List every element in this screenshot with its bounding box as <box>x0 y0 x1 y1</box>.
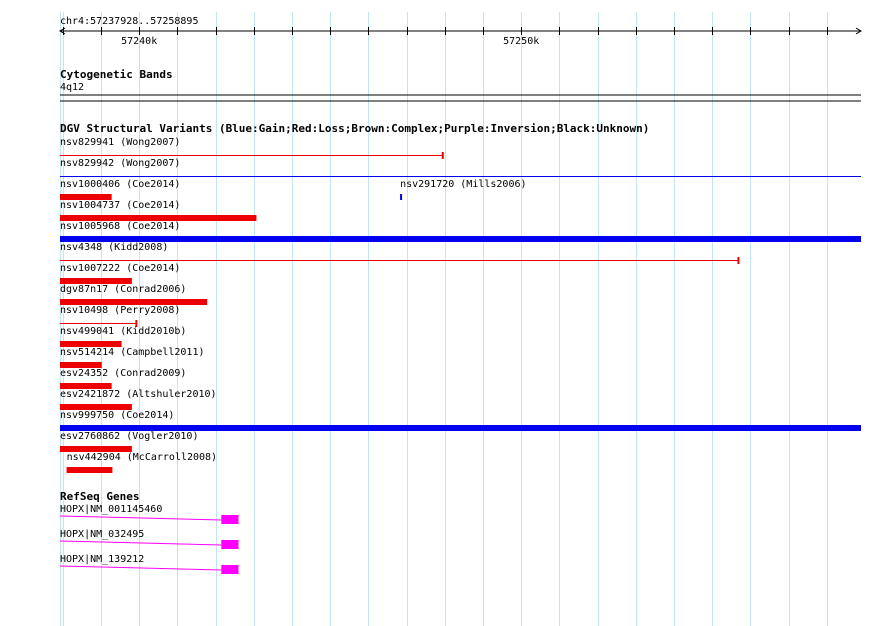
dgv-variant[interactable]: nsv442904 (McCarroll2008) <box>66 452 218 473</box>
dgv-variant[interactable]: nsv1000406 (Coe2014) <box>60 179 180 200</box>
cytoband-track: Cytogenetic Bands 4q12 <box>60 68 861 102</box>
refseq-track: RefSeq Genes HOPX|NM_001145460 HOPX|NM_03… <box>59 490 239 574</box>
variant-label: nsv10498 (Perry2008) <box>60 305 180 316</box>
variant-label: nsv442904 (McCarroll2008) <box>67 452 218 463</box>
variant-label: esv2760862 (Vogler2010) <box>60 431 198 442</box>
dgv-variant[interactable]: nsv829941 (Wong2007) <box>60 137 444 159</box>
refseq-gene[interactable]: HOPX|NM_001145460 <box>59 504 239 524</box>
variant-label: esv24352 (Conrad2009) <box>60 368 186 379</box>
variant-label: nsv1007222 (Coe2014) <box>60 263 180 274</box>
variant-bar <box>400 194 403 200</box>
variant-label: nsv829941 (Wong2007) <box>60 137 180 148</box>
dgv-features: nsv829941 (Wong2007) nsv829942 (Wong2007)… <box>60 137 861 473</box>
refseq-features: HOPX|NM_001145460 HOPX|NM_032495 HOPX|NM_1… <box>59 504 239 574</box>
dgv-variant[interactable]: dgv87n17 (Conrad2006) <box>60 284 208 305</box>
variant-label: nsv1005968 (Coe2014) <box>60 221 180 232</box>
dgv-variant[interactable]: nsv829942 (Wong2007) <box>60 158 861 177</box>
ruler-tick-label: 57240k <box>121 36 157 47</box>
dgv-variant[interactable]: nsv291720 (Mills2006) <box>400 179 527 200</box>
dgv-track: DGV Structural Variants (Blue:Gain;Red:L… <box>60 122 861 473</box>
variant-bar <box>60 236 861 242</box>
dgv-variant[interactable]: nsv10498 (Perry2008) <box>60 305 180 327</box>
variant-label: nsv1004737 (Coe2014) <box>60 200 180 211</box>
gene-exon <box>221 515 239 524</box>
gene-intron <box>59 515 222 521</box>
genome-browser-view: chr4:57237928..57258895 57240k 57250k Cyt… <box>59 12 862 626</box>
gene-label: HOPX|NM_139212 <box>60 554 144 565</box>
dgv-variant[interactable]: nsv514214 (Campbell2011) <box>60 347 205 368</box>
gene-intron <box>59 540 222 546</box>
variant-label: dgv87n17 (Conrad2006) <box>60 284 186 295</box>
region-label: chr4:57237928..57258895 <box>60 16 198 27</box>
variant-label: nsv499041 (Kidd2010b) <box>60 326 186 337</box>
dgv-variant[interactable]: nsv1004737 (Coe2014) <box>60 200 257 221</box>
cytoband-title: Cytogenetic Bands <box>60 68 173 81</box>
refseq-track-title: RefSeq Genes <box>60 490 139 503</box>
dgv-variant[interactable]: nsv1007222 (Coe2014) <box>60 263 180 284</box>
variant-label: nsv514214 (Campbell2011) <box>60 347 205 358</box>
gene-exon <box>221 540 239 549</box>
ruler-tick-label: 57250k <box>503 36 539 47</box>
gene-label: HOPX|NM_001145460 <box>60 504 162 515</box>
variant-bar <box>66 467 113 473</box>
dgv-track-title: DGV Structural Variants (Blue:Gain;Red:L… <box>60 122 649 135</box>
refseq-gene[interactable]: HOPX|NM_139212 <box>59 554 239 574</box>
dgv-variant[interactable]: esv2421872 (Altshuler2010) <box>60 389 217 410</box>
variant-label: nsv4348 (Kidd2008) <box>60 242 168 253</box>
cytoband-label: 4q12 <box>60 82 84 93</box>
refseq-gene[interactable]: HOPX|NM_032495 <box>59 529 239 549</box>
dgv-variant[interactable]: nsv1005968 (Coe2014) <box>60 221 861 242</box>
variant-label: nsv1000406 (Coe2014) <box>60 179 180 190</box>
gene-exon <box>221 565 239 574</box>
dgv-variant[interactable]: nsv499041 (Kidd2010b) <box>60 326 186 347</box>
variant-label: nsv829942 (Wong2007) <box>60 158 180 169</box>
gene-intron <box>59 565 222 571</box>
variant-label: nsv291720 (Mills2006) <box>400 179 526 190</box>
dgv-variant[interactable]: nsv4348 (Kidd2008) <box>60 242 740 264</box>
dgv-variant[interactable]: nsv999750 (Coe2014) <box>60 410 861 431</box>
variant-label: esv2421872 (Altshuler2010) <box>60 389 217 400</box>
gene-label: HOPX|NM_032495 <box>60 529 144 540</box>
dgv-variant[interactable]: esv24352 (Conrad2009) <box>60 368 186 389</box>
grid-lines <box>60 12 828 626</box>
variant-label: nsv999750 (Coe2014) <box>60 410 174 421</box>
ruler-track: chr4:57237928..57258895 57240k 57250k <box>59 16 862 47</box>
